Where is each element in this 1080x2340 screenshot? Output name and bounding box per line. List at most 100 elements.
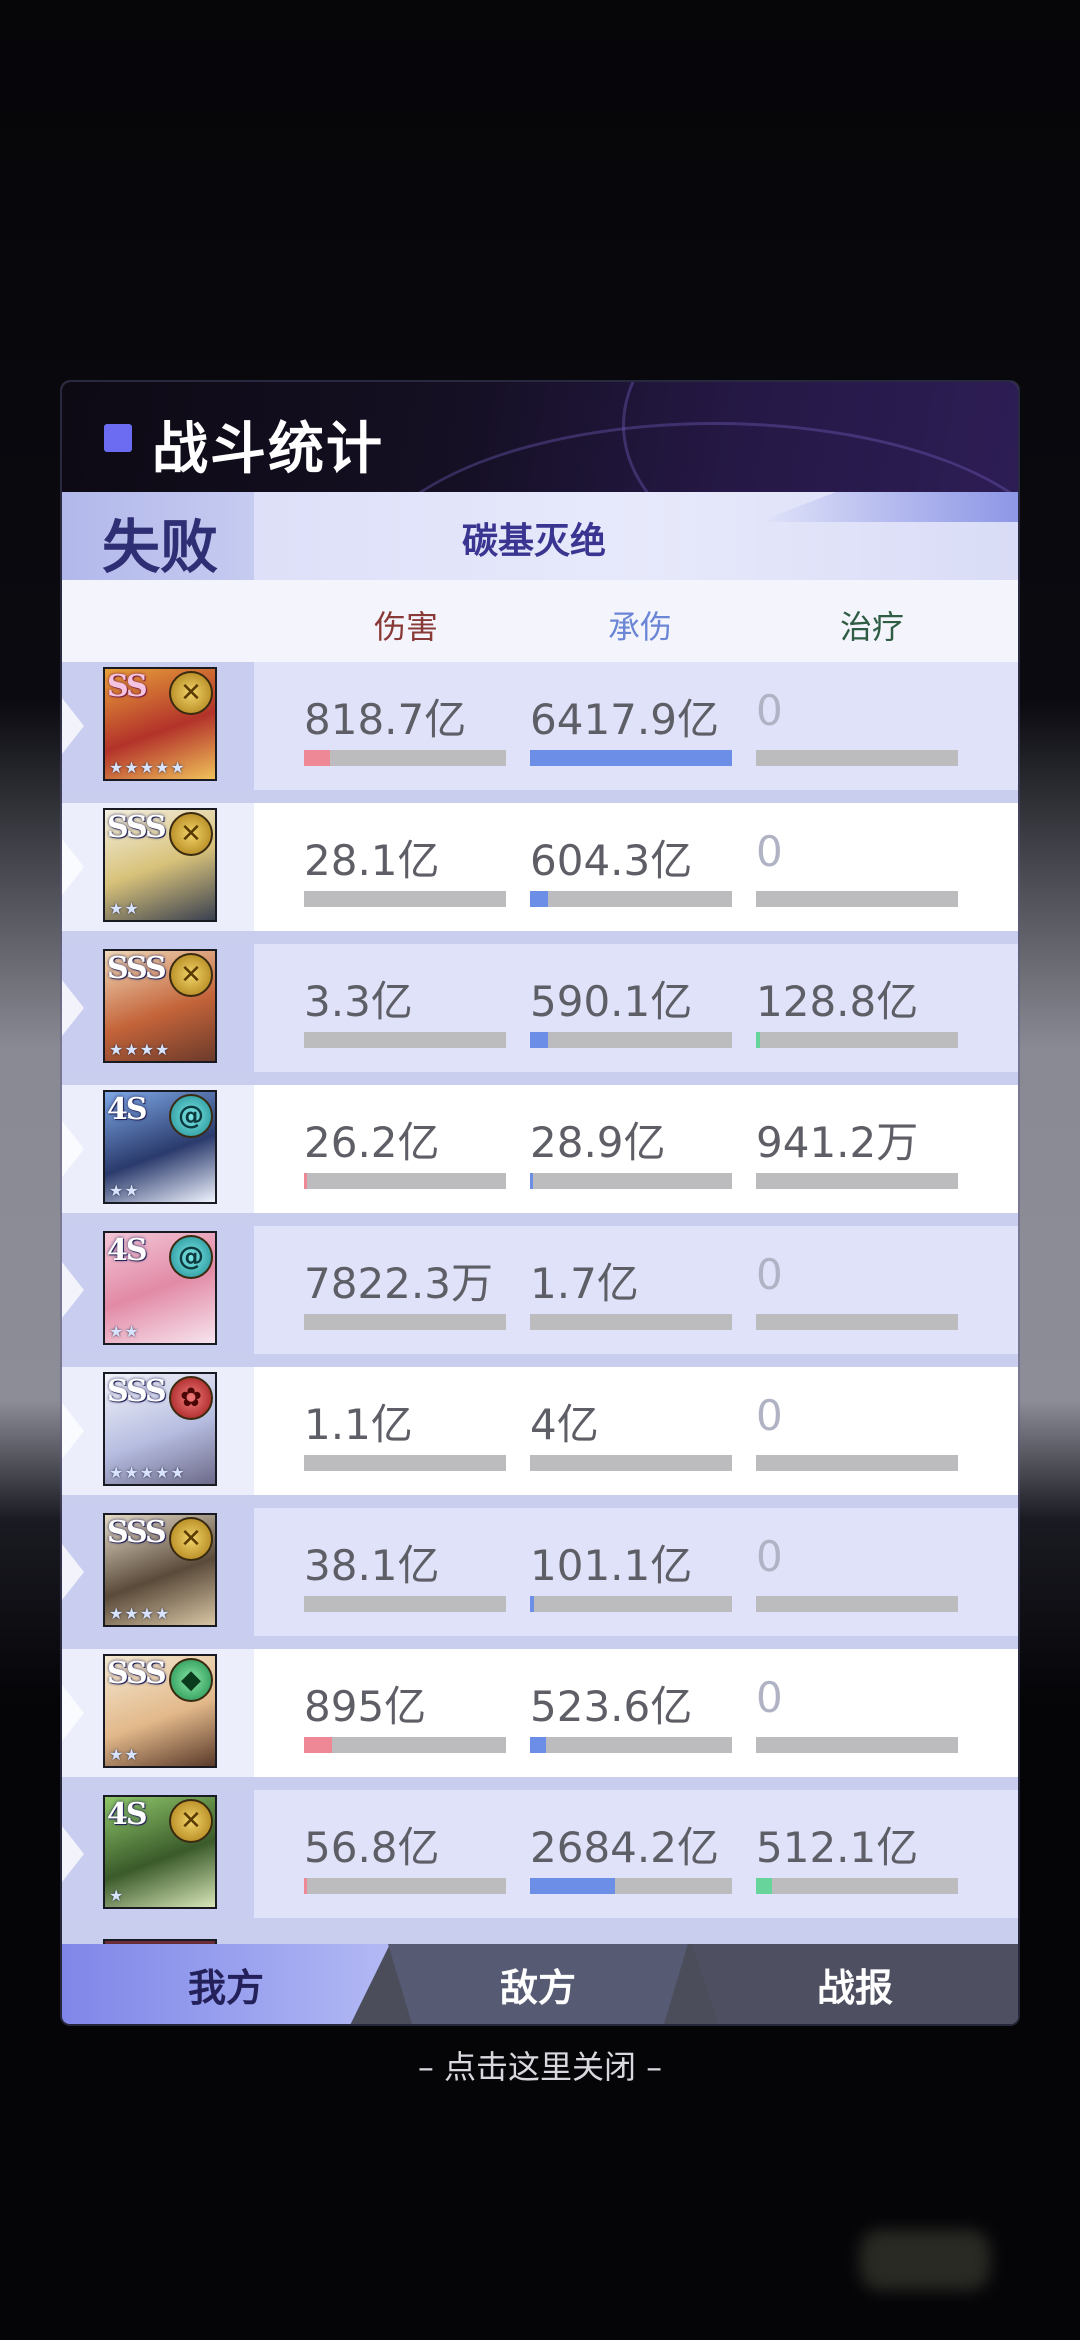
damage-bar: [304, 891, 506, 907]
rarity-label: 4S: [107, 1092, 148, 1127]
damage-bar-fill: [304, 1173, 307, 1189]
title-square-icon: [104, 424, 132, 452]
healing-bar: [756, 1314, 958, 1330]
stats-row: 4S ✕ ★ 56.8亿 2684.2亿 512.1亿: [62, 1790, 1018, 1918]
gold-cross-icon: ✕: [169, 1799, 213, 1843]
damage-taken-bar: [530, 1878, 732, 1894]
hero-avatar[interactable]: 4S @ ★★: [103, 1231, 217, 1345]
background-blob: [860, 2230, 990, 2290]
gold-cross-icon: ✕: [169, 1517, 213, 1561]
damage-taken-bar-fill: [530, 1173, 533, 1189]
damage-taken-bar: [530, 1737, 732, 1753]
green-gem-icon: ◆: [169, 1658, 213, 1702]
star-rating: ★★: [109, 899, 140, 918]
stats-row: SSS ✕ ★★★★ 3.3亿 590.1亿 128.8亿: [62, 944, 1018, 1072]
teal-swirl-icon: @: [169, 1235, 213, 1279]
stats-row: SSS ✕ ★★★★ 38.1亿 101.1亿 0: [62, 1508, 1018, 1636]
gold-cross-icon: ✕: [169, 812, 213, 856]
stage-name: 碳基灭绝: [462, 520, 607, 562]
battle-stats-panel: 战斗统计 失败 碳基灭绝 伤害 承伤 治疗 SS ✕ ★★★★★ 818.7亿 …: [62, 382, 1018, 2024]
rarity-label: SS: [107, 669, 148, 704]
hero-avatar[interactable]: SSS ✕ ★★: [103, 808, 217, 922]
tab-battle-report[interactable]: 战报: [692, 1944, 1018, 2024]
damage-taken-value: 590.1亿: [530, 977, 693, 1026]
healing-bar: [756, 1173, 958, 1189]
damage-taken-bar-fill: [530, 750, 732, 766]
damage-taken-bar: [530, 1173, 732, 1189]
hero-avatar[interactable]: SSS ✕ ★★★★: [103, 1513, 217, 1627]
teal-swirl-icon: @: [169, 1094, 213, 1138]
healing-bar: [756, 750, 958, 766]
damage-taken-bar-fill: [530, 1032, 548, 1048]
column-damage-taken: 承伤: [608, 608, 673, 646]
stats-row: SSS ◆ ★★ 895亿 523.6亿 0: [62, 1649, 1018, 1777]
damage-value: 818.7亿: [304, 695, 467, 744]
healing-value: 128.8亿: [756, 977, 919, 1026]
healing-value: 0: [756, 1532, 783, 1581]
rarity-label: SSS: [107, 1656, 167, 1691]
damage-taken-value: 1.7亿: [530, 1259, 639, 1308]
column-damage: 伤害: [374, 608, 439, 646]
damage-taken-value: 604.3亿: [530, 836, 693, 885]
healing-value: 0: [756, 1250, 783, 1299]
hero-avatar[interactable]: SS ✕ ★★★★★: [103, 667, 217, 781]
damage-value: 26.2亿: [304, 1118, 440, 1167]
damage-bar: [304, 1032, 506, 1048]
star-rating: ★★: [109, 1745, 140, 1764]
healing-value: 0: [756, 1673, 783, 1722]
damage-bar-fill: [304, 750, 330, 766]
result-badge: 失败: [62, 492, 254, 581]
result-label: 失败: [102, 513, 219, 581]
damage-value: 7822.3万: [304, 1259, 493, 1308]
star-rating: ★★★★★: [109, 1463, 186, 1482]
hero-avatar[interactable]: SSS ✕ ★★★★: [103, 949, 217, 1063]
rarity-label: SSS: [107, 1515, 167, 1550]
healing-value: 512.1亿: [756, 1823, 919, 1872]
healing-bar-fill: [756, 1878, 772, 1894]
close-hint-button[interactable]: – 点击这里关闭 –: [0, 2042, 1080, 2088]
damage-value: 3.3亿: [304, 977, 413, 1026]
column-healing: 治疗: [840, 608, 905, 646]
damage-value: 28.1亿: [304, 836, 440, 885]
panel-title: 战斗统计: [152, 416, 384, 482]
damage-taken-bar: [530, 1596, 732, 1612]
hero-avatar[interactable]: 4S ✕ ★: [103, 1795, 217, 1909]
stats-row: SS ✕ ★★★★★ 818.7亿 6417.9亿 0: [62, 662, 1018, 790]
damage-taken-value: 523.6亿: [530, 1682, 693, 1731]
damage-taken-bar: [530, 1032, 732, 1048]
damage-value: 38.1亿: [304, 1541, 440, 1590]
healing-value: 0: [756, 1391, 783, 1440]
result-accent-stripe: [758, 492, 1018, 522]
damage-taken-bar-fill: [530, 1878, 615, 1894]
damage-bar-fill: [304, 1878, 307, 1894]
hero-avatar[interactable]: 4S @ ★★: [103, 1090, 217, 1204]
hero-avatar[interactable]: SSS ◆ ★★: [103, 1654, 217, 1768]
red-flower-icon: ✿: [169, 1376, 213, 1420]
damage-taken-bar: [530, 1455, 732, 1471]
tab-our-side[interactable]: 我方: [62, 1944, 390, 2024]
damage-bar: [304, 750, 506, 766]
damage-taken-bar-fill: [530, 1737, 546, 1753]
healing-value: 941.2万: [756, 1118, 919, 1167]
panel-header: 战斗统计: [62, 382, 1018, 492]
tab-bar: 我方 敌方 战报: [62, 1944, 1018, 2024]
stats-row: 4S @ ★★ 26.2亿 28.9亿 941.2万: [62, 1085, 1018, 1213]
stats-row: 4S @ ★★ 7822.3万 1.7亿 0: [62, 1226, 1018, 1354]
tab-enemy-side[interactable]: 敌方: [388, 1944, 688, 2024]
star-rating: ★★: [109, 1181, 140, 1200]
damage-bar: [304, 1596, 506, 1612]
stats-list[interactable]: SS ✕ ★★★★★ 818.7亿 6417.9亿 0 SSS ✕ ★★ 28.…: [62, 662, 1018, 2024]
stats-row: SSS ✿ ★★★★★ 1.1亿 4亿 0: [62, 1367, 1018, 1495]
damage-value: 1.1亿: [304, 1400, 413, 1449]
healing-value: 0: [756, 827, 783, 876]
rarity-label: 4S: [107, 1797, 148, 1832]
damage-taken-value: 28.9亿: [530, 1118, 666, 1167]
hero-avatar[interactable]: SSS ✿ ★★★★★: [103, 1372, 217, 1486]
star-rating: ★★: [109, 1322, 140, 1341]
damage-taken-bar-fill: [530, 1596, 534, 1612]
star-rating: ★★★★: [109, 1040, 171, 1059]
damage-bar-fill: [304, 1737, 332, 1753]
damage-bar: [304, 1737, 506, 1753]
rarity-label: SSS: [107, 1374, 167, 1409]
rarity-label: SSS: [107, 951, 167, 986]
